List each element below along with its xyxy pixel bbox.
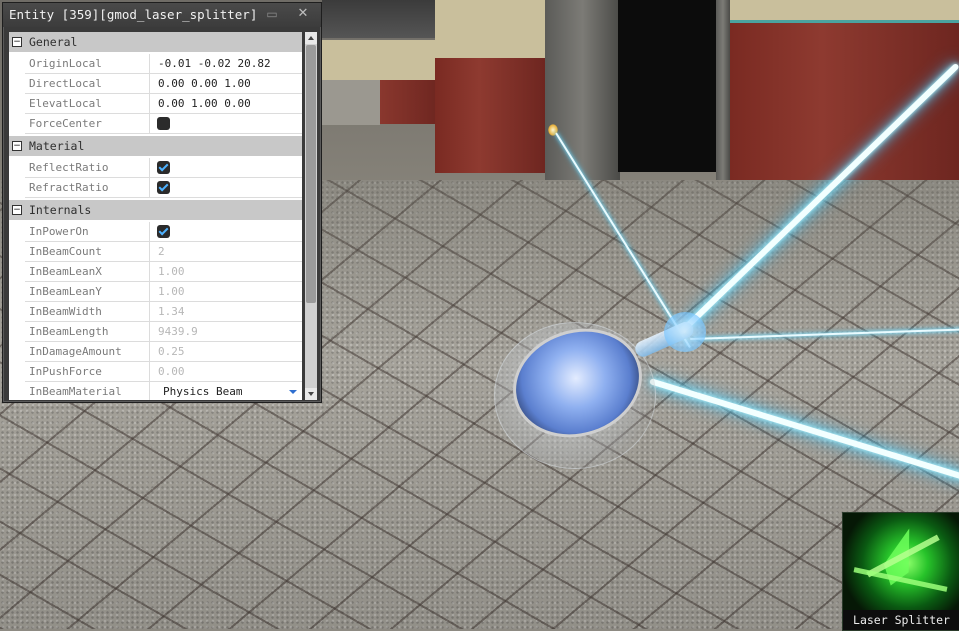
property-name: ReflectRatio: [29, 161, 109, 174]
property-row-refract-ratio[interactable]: RefractRatio: [9, 178, 302, 198]
property-name: InBeamCount: [29, 245, 102, 258]
property-name: DirectLocal: [29, 77, 102, 90]
mid-wall-red: [435, 58, 545, 173]
property-row-in-beam-lean-y[interactable]: InBeamLeanY 1.00: [9, 282, 302, 302]
property-value-input[interactable]: 0.00 1.00 0.00: [158, 94, 251, 114]
property-name: InBeamLeanX: [29, 265, 102, 278]
property-row-force-center[interactable]: ForceCenter: [9, 114, 302, 134]
entity-properties-window[interactable]: Entity [359][gmod_laser_splitter] ▭ ✕ − …: [2, 2, 322, 403]
collapse-icon[interactable]: −: [12, 205, 22, 215]
property-name: InPushForce: [29, 365, 102, 378]
property-value-input[interactable]: 0.00 0.00 1.00: [158, 74, 251, 94]
chevron-down-icon[interactable]: [289, 390, 297, 394]
refract-ratio-checkbox[interactable]: [157, 181, 170, 194]
property-value-readonly: 0.25: [158, 345, 185, 358]
laser-splitter-crystal-icon: Laser Splitter: [842, 512, 959, 631]
vertical-scrollbar[interactable]: [305, 32, 317, 400]
splitter-lens: [664, 312, 706, 352]
category-general[interactable]: − General: [9, 32, 302, 52]
property-row-in-beam-count[interactable]: InBeamCount 2: [9, 242, 302, 262]
property-name: InDamageAmount: [29, 345, 122, 358]
tool-label: Laser Splitter: [843, 610, 959, 630]
property-row-reflect-ratio[interactable]: ReflectRatio: [9, 158, 302, 178]
category-material[interactable]: − Material: [9, 136, 302, 156]
property-name: InBeamLeanY: [29, 285, 102, 298]
property-row-in-beam-material[interactable]: InBeamMaterial Physics Beam: [9, 382, 302, 400]
dropdown-selected-value: Physics Beam: [163, 385, 243, 398]
property-row-in-beam-length[interactable]: InBeamLength 9439.9: [9, 322, 302, 342]
category-label: General: [29, 35, 78, 49]
beam-material-dropdown[interactable]: Physics Beam: [150, 382, 302, 400]
property-row-elevat-local[interactable]: ElevatLocal 0.00 1.00 0.00: [9, 94, 302, 114]
window-titlebar[interactable]: Entity [359][gmod_laser_splitter] ▭ ✕: [3, 3, 321, 27]
property-row-in-damage-amount[interactable]: InDamageAmount 0.25: [9, 342, 302, 362]
property-name: InBeamLength: [29, 325, 109, 338]
doorway: [618, 0, 718, 172]
collapse-icon[interactable]: −: [12, 141, 22, 151]
property-name: ForceCenter: [29, 117, 102, 130]
minimize-icon[interactable]: ▭: [265, 7, 279, 21]
property-value-readonly: 1.34: [158, 305, 185, 318]
mid-wall-top: [435, 0, 545, 60]
category-label: Material: [29, 139, 85, 153]
property-row-origin-local[interactable]: OriginLocal -0.01 -0.02 20.82: [9, 54, 302, 74]
property-value-readonly: 9439.9: [158, 325, 198, 338]
property-row-in-beam-lean-x[interactable]: InBeamLeanX 1.00: [9, 262, 302, 282]
category-label: Internals: [29, 203, 92, 217]
property-row-in-power-on[interactable]: InPowerOn: [9, 222, 302, 242]
collapse-icon[interactable]: −: [12, 37, 22, 47]
property-grid[interactable]: − General OriginLocal -0.01 -0.02 20.82 …: [9, 32, 302, 400]
scroll-down-icon[interactable]: [305, 388, 317, 400]
window-title: Entity [359][gmod_laser_splitter]: [9, 7, 258, 22]
property-value-input[interactable]: -0.01 -0.02 20.82: [158, 54, 271, 74]
property-name: ElevatLocal: [29, 97, 102, 110]
property-name: RefractRatio: [29, 181, 109, 194]
scroll-thumb[interactable]: [306, 45, 316, 303]
property-name: OriginLocal: [29, 57, 102, 70]
property-value-readonly: 2: [158, 245, 165, 258]
force-center-checkbox[interactable]: [157, 117, 170, 130]
left-ramp: [320, 80, 380, 125]
reflect-ratio-checkbox[interactable]: [157, 161, 170, 174]
left-wall-top: [320, 40, 440, 85]
property-value-readonly: 0.00: [158, 365, 185, 378]
property-name: InPowerOn: [29, 225, 89, 238]
property-row-in-beam-width[interactable]: InBeamWidth 1.34: [9, 302, 302, 322]
property-row-direct-local[interactable]: DirectLocal 0.00 0.00 1.00: [9, 74, 302, 94]
property-value-readonly: 1.00: [158, 265, 185, 278]
in-power-on-checkbox[interactable]: [157, 225, 170, 238]
property-name: InBeamMaterial: [29, 385, 122, 398]
close-icon[interactable]: ✕: [296, 7, 310, 21]
center-pillar: [545, 0, 620, 180]
right-pillar: [716, 0, 730, 198]
property-value-readonly: 1.00: [158, 285, 185, 298]
scroll-up-icon[interactable]: [305, 32, 317, 44]
property-row-in-push-force[interactable]: InPushForce 0.00: [9, 362, 302, 382]
category-internals[interactable]: − Internals: [9, 200, 302, 220]
right-wall-top: [730, 0, 959, 22]
property-name: InBeamWidth: [29, 305, 102, 318]
